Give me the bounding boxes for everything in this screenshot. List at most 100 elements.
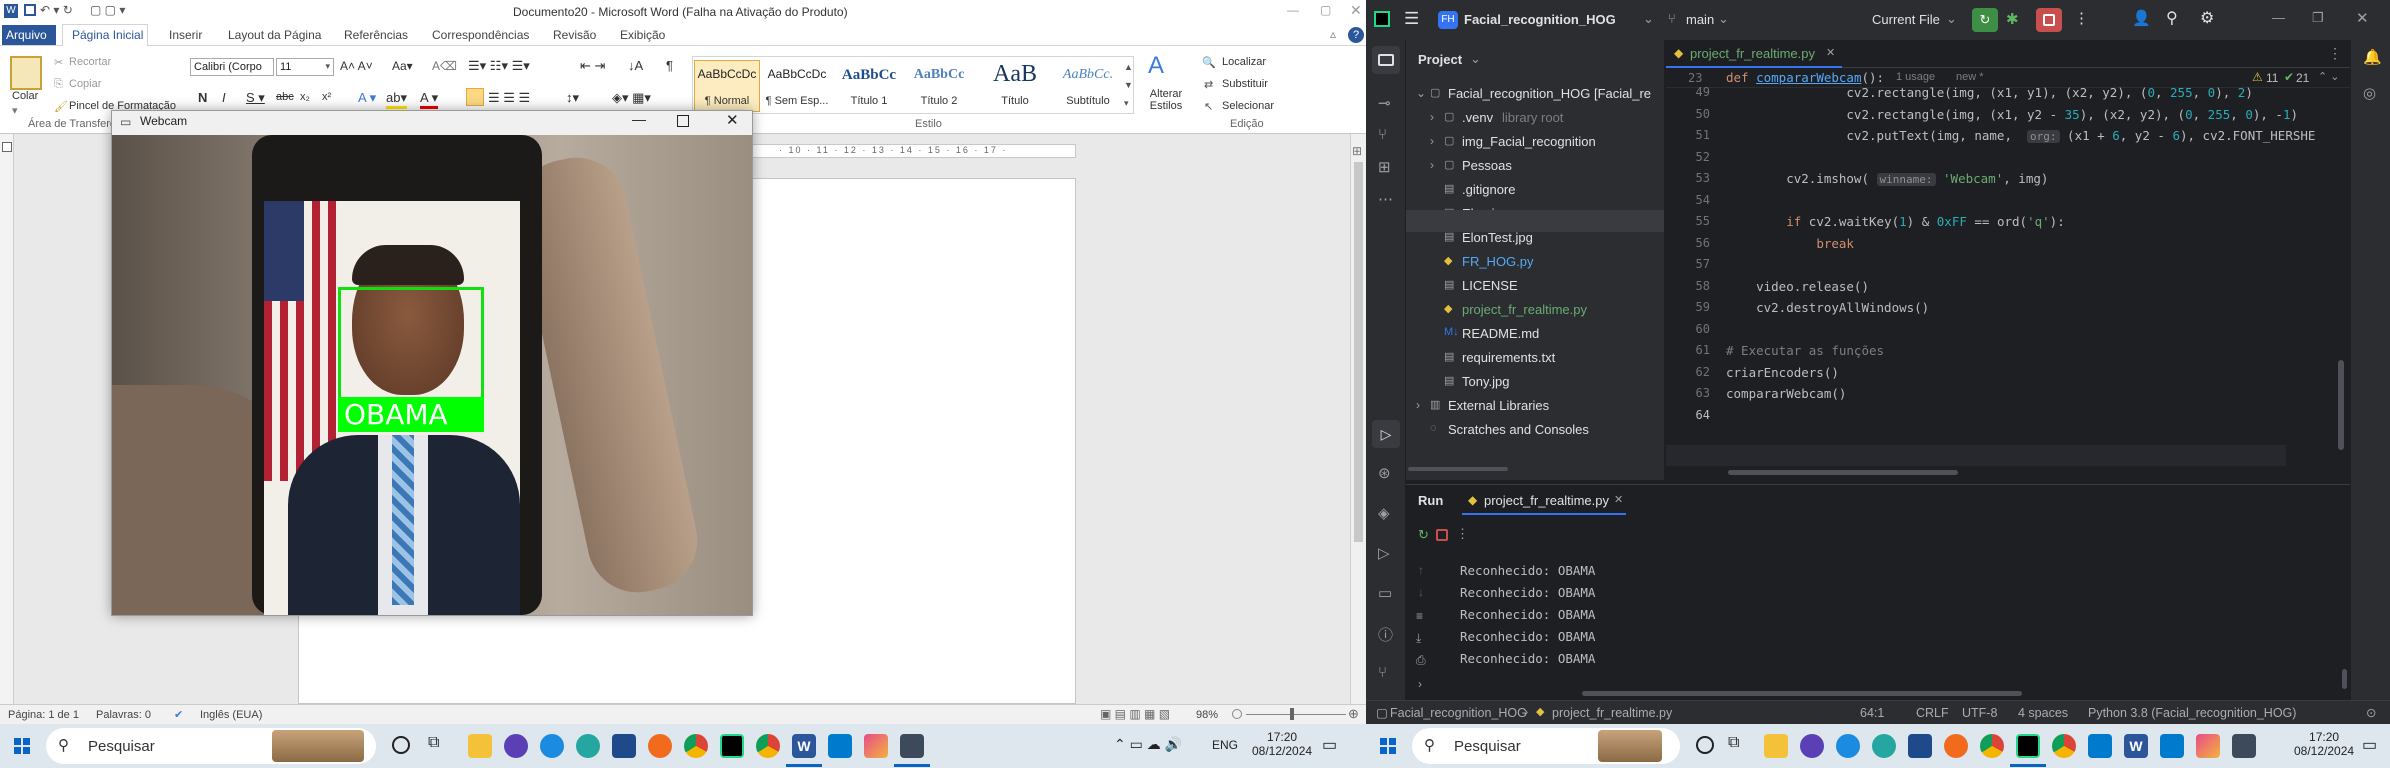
tree-item[interactable]: ◌ Scratches and Consoles xyxy=(1406,420,1664,442)
app-icon-6[interactable] xyxy=(864,734,888,758)
zoom-out-icon[interactable] xyxy=(1232,709,1242,719)
bullets-icon[interactable]: ☰▾ ☷▾ ☰▾ xyxy=(468,58,530,74)
app-icon-1[interactable] xyxy=(504,734,528,758)
paste-button[interactable]: Colar xyxy=(12,90,38,102)
code-line[interactable] xyxy=(1726,190,2315,212)
terminal-icon[interactable]: ▭ xyxy=(1378,584,1392,602)
view-buttons[interactable]: ▣ ▤ ▥ ▦ ▧ xyxy=(1100,707,1170,721)
tree-item[interactable]: › ▢ img_Facial_recognition xyxy=(1406,132,1664,154)
tab-referencias[interactable]: Referências xyxy=(344,28,408,42)
status-indent[interactable]: 4 spaces xyxy=(2018,706,2068,720)
app-icon-r1[interactable] xyxy=(1800,734,1824,758)
code-line[interactable]: cv2.imshow( winname: 'Webcam', img) xyxy=(1726,168,2315,190)
maximize-button[interactable]: ▢ xyxy=(1320,3,1331,17)
app-icon-5[interactable] xyxy=(648,734,672,758)
clear-format-icon[interactable]: A⌫ xyxy=(432,59,457,73)
font-name-select[interactable]: Calibri (Corpo xyxy=(190,58,274,76)
indent-icon[interactable]: ⇤ ⇥ xyxy=(580,58,605,74)
status-page[interactable]: Página: 1 de 1 xyxy=(8,709,79,721)
ai-assistant-icon[interactable]: ◎ xyxy=(2363,84,2376,102)
tree-item[interactable]: › ▢ .venv library root xyxy=(1406,108,1664,130)
pc-restore-button[interactable]: ❐ xyxy=(2312,10,2324,26)
tab-selector-icon[interactable] xyxy=(2,142,12,152)
quick-access-icons[interactable]: ▢ ▢ ▾ xyxy=(90,3,125,17)
task-view-icon-right[interactable]: ⧉ xyxy=(1728,734,1739,752)
more-actions-icon[interactable]: ⋮ xyxy=(2074,9,2089,27)
grow-font-icon[interactable]: A˄ A˅ xyxy=(340,59,373,73)
tree-item[interactable]: ⌄ ▢ Facial_recognition_HOG [Facial_re xyxy=(1406,84,1664,106)
git-icon[interactable]: ⑂ xyxy=(1378,664,1387,681)
status-words[interactable]: Palavras: 0 xyxy=(96,709,151,721)
tree-item[interactable]: ▤ requirements.txt xyxy=(1406,348,1664,370)
tab-exibicao[interactable]: Exibição xyxy=(620,28,665,42)
tree-item[interactable]: ▤ LICENSE xyxy=(1406,276,1664,298)
code-line[interactable]: break xyxy=(1726,233,2315,255)
highlight-icon[interactable]: ab▾ xyxy=(386,90,407,109)
code-line[interactable] xyxy=(1726,319,2315,341)
bold-button[interactable]: N xyxy=(198,90,207,105)
notifications-icon[interactable]: 🔔 xyxy=(2363,48,2382,66)
chrome-icon-right[interactable] xyxy=(1980,734,2004,758)
status-position[interactable]: 64:1 xyxy=(1860,706,1884,720)
status-encoding[interactable]: UTF-8 xyxy=(1962,706,1997,720)
code-line[interactable]: cv2.destroyAllWindows() xyxy=(1726,297,2315,319)
sort-icon[interactable]: ↓A xyxy=(628,58,643,73)
change-case-icon[interactable]: Aa▾ xyxy=(392,59,413,73)
close-button[interactable]: ✕ xyxy=(1350,2,1362,19)
code-line[interactable] xyxy=(1726,254,2315,276)
status-breadcrumb-file[interactable]: project_fr_realtime.py xyxy=(1552,706,1672,720)
tree-item[interactable]: ▤ Tony.jpg xyxy=(1406,372,1664,394)
commit-icon[interactable]: ⊸ xyxy=(1378,94,1391,112)
taskbar-search-right[interactable]: ⚲ Pesquisar xyxy=(1412,728,1680,764)
editor-scrollbar[interactable] xyxy=(2338,360,2344,450)
code-content[interactable]: cv2.rectangle(img, (x1, y1), (x2, y2), (… xyxy=(1726,82,2315,426)
tree-scrollbar[interactable] xyxy=(1406,465,1664,473)
app-icon-r2[interactable] xyxy=(1836,734,1860,758)
python-packages-icon[interactable]: ⊛ xyxy=(1378,464,1391,482)
soft-wrap-icon[interactable]: ≡ xyxy=(1416,609,1423,623)
settings-gear-icon[interactable]: ⚙ xyxy=(2200,8,2214,28)
word-taskbar-icon-right[interactable]: W xyxy=(2124,734,2148,758)
vscode-icon-right-2[interactable] xyxy=(2160,734,2184,758)
chrome-profile-icon-right[interactable] xyxy=(2052,734,2076,758)
subscript-button[interactable]: x₂ xyxy=(300,91,310,103)
webcam-taskbar-icon[interactable] xyxy=(900,734,924,758)
code-editor[interactable]: ◆ project_fr_realtime.py ✕ ⋮ 23 def comp… xyxy=(1666,40,2350,480)
italic-button[interactable]: I xyxy=(222,90,226,105)
font-color-icon[interactable]: A ▾ xyxy=(420,90,439,109)
style-title[interactable]: AaB Título xyxy=(982,60,1048,112)
styles-scroll-icon[interactable]: ▲ ▼ ▾ xyxy=(1124,58,1133,112)
tree-item[interactable]: › ▢ Pessoas xyxy=(1406,156,1664,178)
code-line[interactable]: # Executar as funções xyxy=(1726,340,2315,362)
find-button[interactable]: Localizar xyxy=(1222,56,1266,68)
run-tab[interactable]: ◆ project_fr_realtime.py ✕ xyxy=(1462,487,1626,515)
align-left-button[interactable] xyxy=(466,88,484,106)
code-line[interactable]: cv2.rectangle(img, (x1, y2 - 35), (x2, y… xyxy=(1726,104,2315,126)
tab-revisao[interactable]: Revisão xyxy=(553,28,596,42)
align-buttons[interactable]: ☰ ☰ ☰ xyxy=(488,90,530,106)
collapse-ribbon-icon[interactable]: ▵ xyxy=(1330,27,1336,41)
run-config-selector[interactable]: Current File xyxy=(1872,12,1940,27)
status-line-separator[interactable]: CRLF xyxy=(1916,706,1949,720)
tree-item[interactable]: ◆ project_fr_realtime.py xyxy=(1406,300,1664,322)
tree-item[interactable]: › ▥ External Libraries xyxy=(1406,396,1664,418)
chrome-profile-icon[interactable] xyxy=(756,734,780,758)
save-icon[interactable] xyxy=(24,4,36,16)
notification-icon[interactable]: ▭ xyxy=(1322,735,1337,755)
expand-arrow-icon[interactable]: › xyxy=(1430,158,1434,172)
pycharm-taskbar-icon[interactable] xyxy=(720,734,744,758)
ruler-toggle-icon[interactable]: ⊞ xyxy=(1352,144,1362,158)
file-explorer-icon[interactable] xyxy=(468,734,492,758)
webcam-minimize-button[interactable]: — xyxy=(632,111,646,127)
panel-chevron-icon[interactable]: ⌄ xyxy=(1470,51,1481,67)
app-icon-2[interactable] xyxy=(540,734,564,758)
app-icon-r4[interactable] xyxy=(1908,734,1932,758)
rerun-button[interactable]: ↻ xyxy=(1972,8,1998,32)
code-line[interactable]: compararWebcam() xyxy=(1726,383,2315,405)
tab-inserir[interactable]: Inserir xyxy=(169,28,202,42)
code-line[interactable]: video.release() xyxy=(1726,276,2315,298)
rerun-icon[interactable]: ↻ xyxy=(1418,527,1429,543)
search-everywhere-icon[interactable]: ⚲ xyxy=(2166,8,2178,28)
vcs-icon[interactable]: ⑂ xyxy=(1378,126,1387,143)
change-styles-icon[interactable]: A xyxy=(1148,52,1164,80)
